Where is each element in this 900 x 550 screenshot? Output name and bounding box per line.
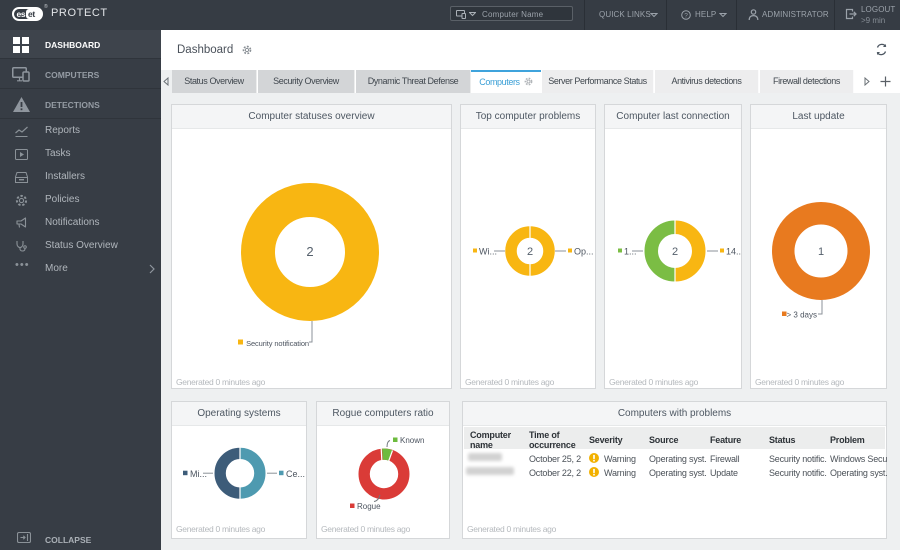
svg-text:Mi...: Mi... (190, 469, 207, 479)
svg-text:> 3 days: > 3 days (787, 311, 817, 320)
svg-text:Rogue: Rogue (357, 502, 381, 511)
svg-text:Op...: Op... (574, 247, 594, 257)
svg-text:Known: Known (400, 436, 424, 445)
svg-text:2: 2 (672, 246, 678, 258)
svg-text:Security notification: Security notification (246, 339, 309, 348)
svg-text:2: 2 (306, 244, 313, 259)
svg-text:1: 1 (818, 246, 824, 258)
svg-text:Ce...: Ce... (286, 469, 305, 479)
svg-text:2: 2 (527, 246, 533, 258)
svg-text:1...: 1... (624, 247, 637, 257)
svg-text:14...: 14... (726, 247, 741, 257)
svg-text:?: ? (684, 12, 688, 19)
svg-text:Wi...: Wi... (479, 247, 497, 257)
